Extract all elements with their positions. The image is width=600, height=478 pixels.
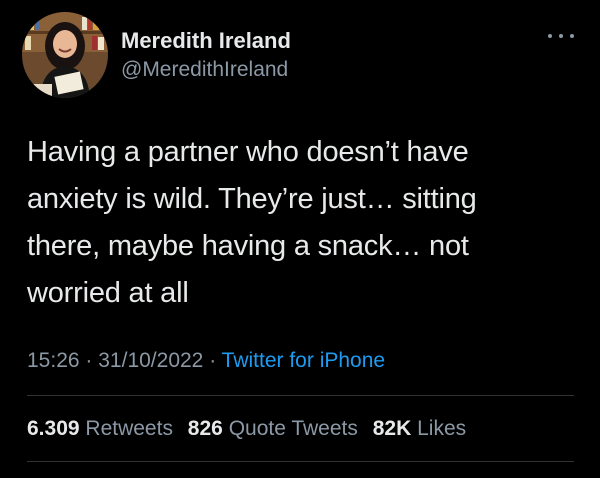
likes-stat[interactable]: 82K Likes	[373, 417, 466, 440]
likes-count: 82K	[372, 417, 412, 440]
divider	[27, 395, 574, 396]
meta-separator: ·	[85, 349, 93, 372]
ellipsis-dot	[559, 34, 563, 38]
retweets-stat[interactable]: 6.309 Retweets	[27, 417, 173, 440]
retweets-label: Retweets	[85, 417, 173, 440]
tweet-time[interactable]: 15:26	[27, 349, 80, 372]
tweet-line: anxiety is wild. They’re just… sitting	[27, 183, 477, 215]
display-name[interactable]: Meredith Ireland	[121, 28, 291, 54]
more-options-icon[interactable]	[548, 30, 574, 42]
quote-tweets-label: Quote Tweets	[228, 417, 358, 440]
tweet-source-link[interactable]: Twitter for iPhone	[222, 349, 385, 372]
ellipsis-dot	[548, 34, 552, 38]
meta-separator: ·	[209, 349, 217, 372]
tweet-card: Meredith Ireland @MeredithIreland Having…	[0, 0, 600, 478]
retweets-count: 6.309	[27, 417, 80, 440]
tweet-line: worried at all	[27, 277, 189, 309]
user-handle[interactable]: @MeredithIreland	[121, 56, 291, 83]
ellipsis-dot	[570, 34, 574, 38]
quote-tweets-count: 826	[187, 417, 223, 440]
avatar[interactable]	[22, 12, 108, 98]
divider	[27, 461, 574, 462]
tweet-meta: 15:26 · 31/10/2022 · Twitter for iPhone	[27, 347, 385, 375]
tweet-date[interactable]: 31/10/2022	[98, 349, 203, 372]
quote-tweets-stat[interactable]: 826 Quote Tweets	[188, 417, 358, 440]
avatar-photo	[22, 12, 108, 98]
tweet-header: Meredith Ireland @MeredithIreland	[22, 12, 291, 98]
user-names: Meredith Ireland @MeredithIreland	[121, 28, 291, 83]
likes-label: Likes	[417, 417, 467, 440]
tweet-text: Having a partner who doesn’t have anxiet…	[27, 129, 582, 317]
tweet-line: there, maybe having a snack… not	[27, 230, 469, 262]
tweet-line: Having a partner who doesn’t have	[27, 136, 469, 168]
tweet-stats: 6.309 Retweets 826 Quote Tweets 82K Like…	[27, 415, 475, 443]
